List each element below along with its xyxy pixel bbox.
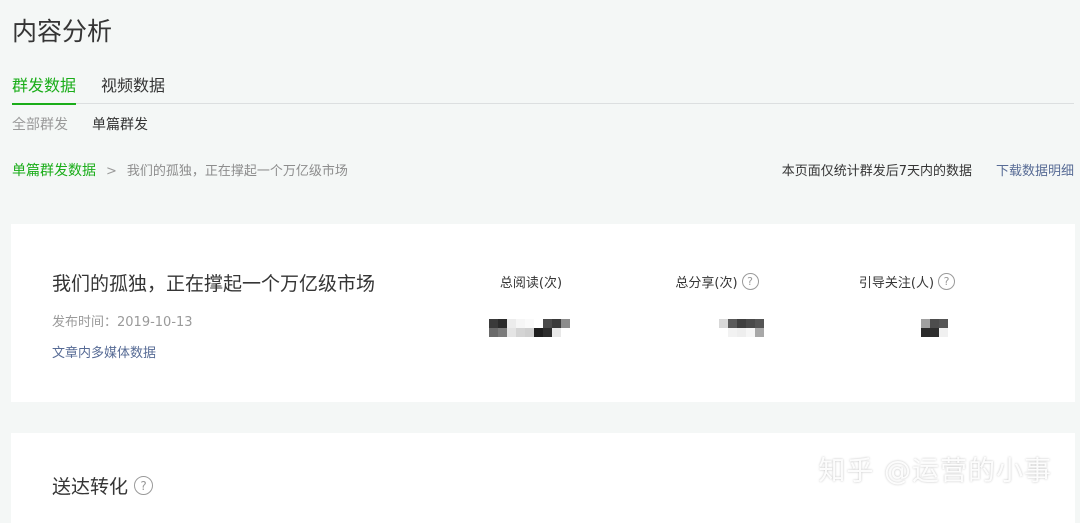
section-title-delivery-conversion: 送达转化? <box>52 472 154 499</box>
tab-mass-send-data[interactable]: 群发数据 <box>12 72 77 105</box>
article-summary-card: 我们的孤独，正在撑起一个万亿级市场 发布时间：2019-10-13 文章内多媒体… <box>11 224 1075 402</box>
stat-label: 总阅读(次) <box>499 276 563 291</box>
redacted-value-reads <box>489 319 570 337</box>
download-details-link[interactable]: 下载数据明细 <box>996 160 1074 179</box>
stats-period-note: 本页面仅统计群发后7天内的数据 <box>781 164 972 179</box>
tab-video-data[interactable]: 视频数据 <box>101 72 165 96</box>
redacted-value-follows <box>921 319 948 337</box>
main-tabs: 群发数据 视频数据 <box>12 70 1074 105</box>
watermark: 知乎 @运营的小事 <box>818 456 1052 487</box>
breadcrumb-parent-link[interactable]: 单篇群发数据 <box>12 163 96 179</box>
stat-follows-gained: 引导关注(人)? <box>817 272 997 291</box>
publish-time: 发布时间：2019-10-13 <box>52 311 193 330</box>
media-data-link[interactable]: 文章内多媒体数据 <box>52 342 156 361</box>
publish-time-label: 发布时间： <box>52 315 118 330</box>
question-mark-icon[interactable]: ? <box>938 273 956 290</box>
chevron-right-icon: > <box>106 164 117 179</box>
breadcrumb-current: 我们的孤独，正在撑起一个万亿级市场 <box>126 164 348 179</box>
subtab-single-mass-send[interactable]: 单篇群发 <box>92 114 148 134</box>
section-title-text: 送达转化 <box>52 476 129 498</box>
subtab-all-mass-send[interactable]: 全部群发 <box>12 114 68 134</box>
publish-time-value: 2019-10-13 <box>117 315 193 330</box>
redacted-value-shares <box>719 319 764 337</box>
stat-total-reads: 总阅读(次) <box>441 272 621 291</box>
breadcrumb: 单篇群发数据 > 我们的孤独，正在撑起一个万亿级市场 <box>12 160 348 180</box>
article-title: 我们的孤独，正在撑起一个万亿级市场 <box>52 273 376 295</box>
stat-label: 总分享(次) <box>675 276 738 291</box>
stat-total-shares: 总分享(次)? <box>627 272 807 291</box>
question-mark-icon[interactable]: ? <box>741 273 759 290</box>
stat-label: 引导关注(人) <box>858 276 935 291</box>
page-title: 内容分析 <box>12 17 113 46</box>
question-mark-icon[interactable]: ? <box>134 476 154 495</box>
